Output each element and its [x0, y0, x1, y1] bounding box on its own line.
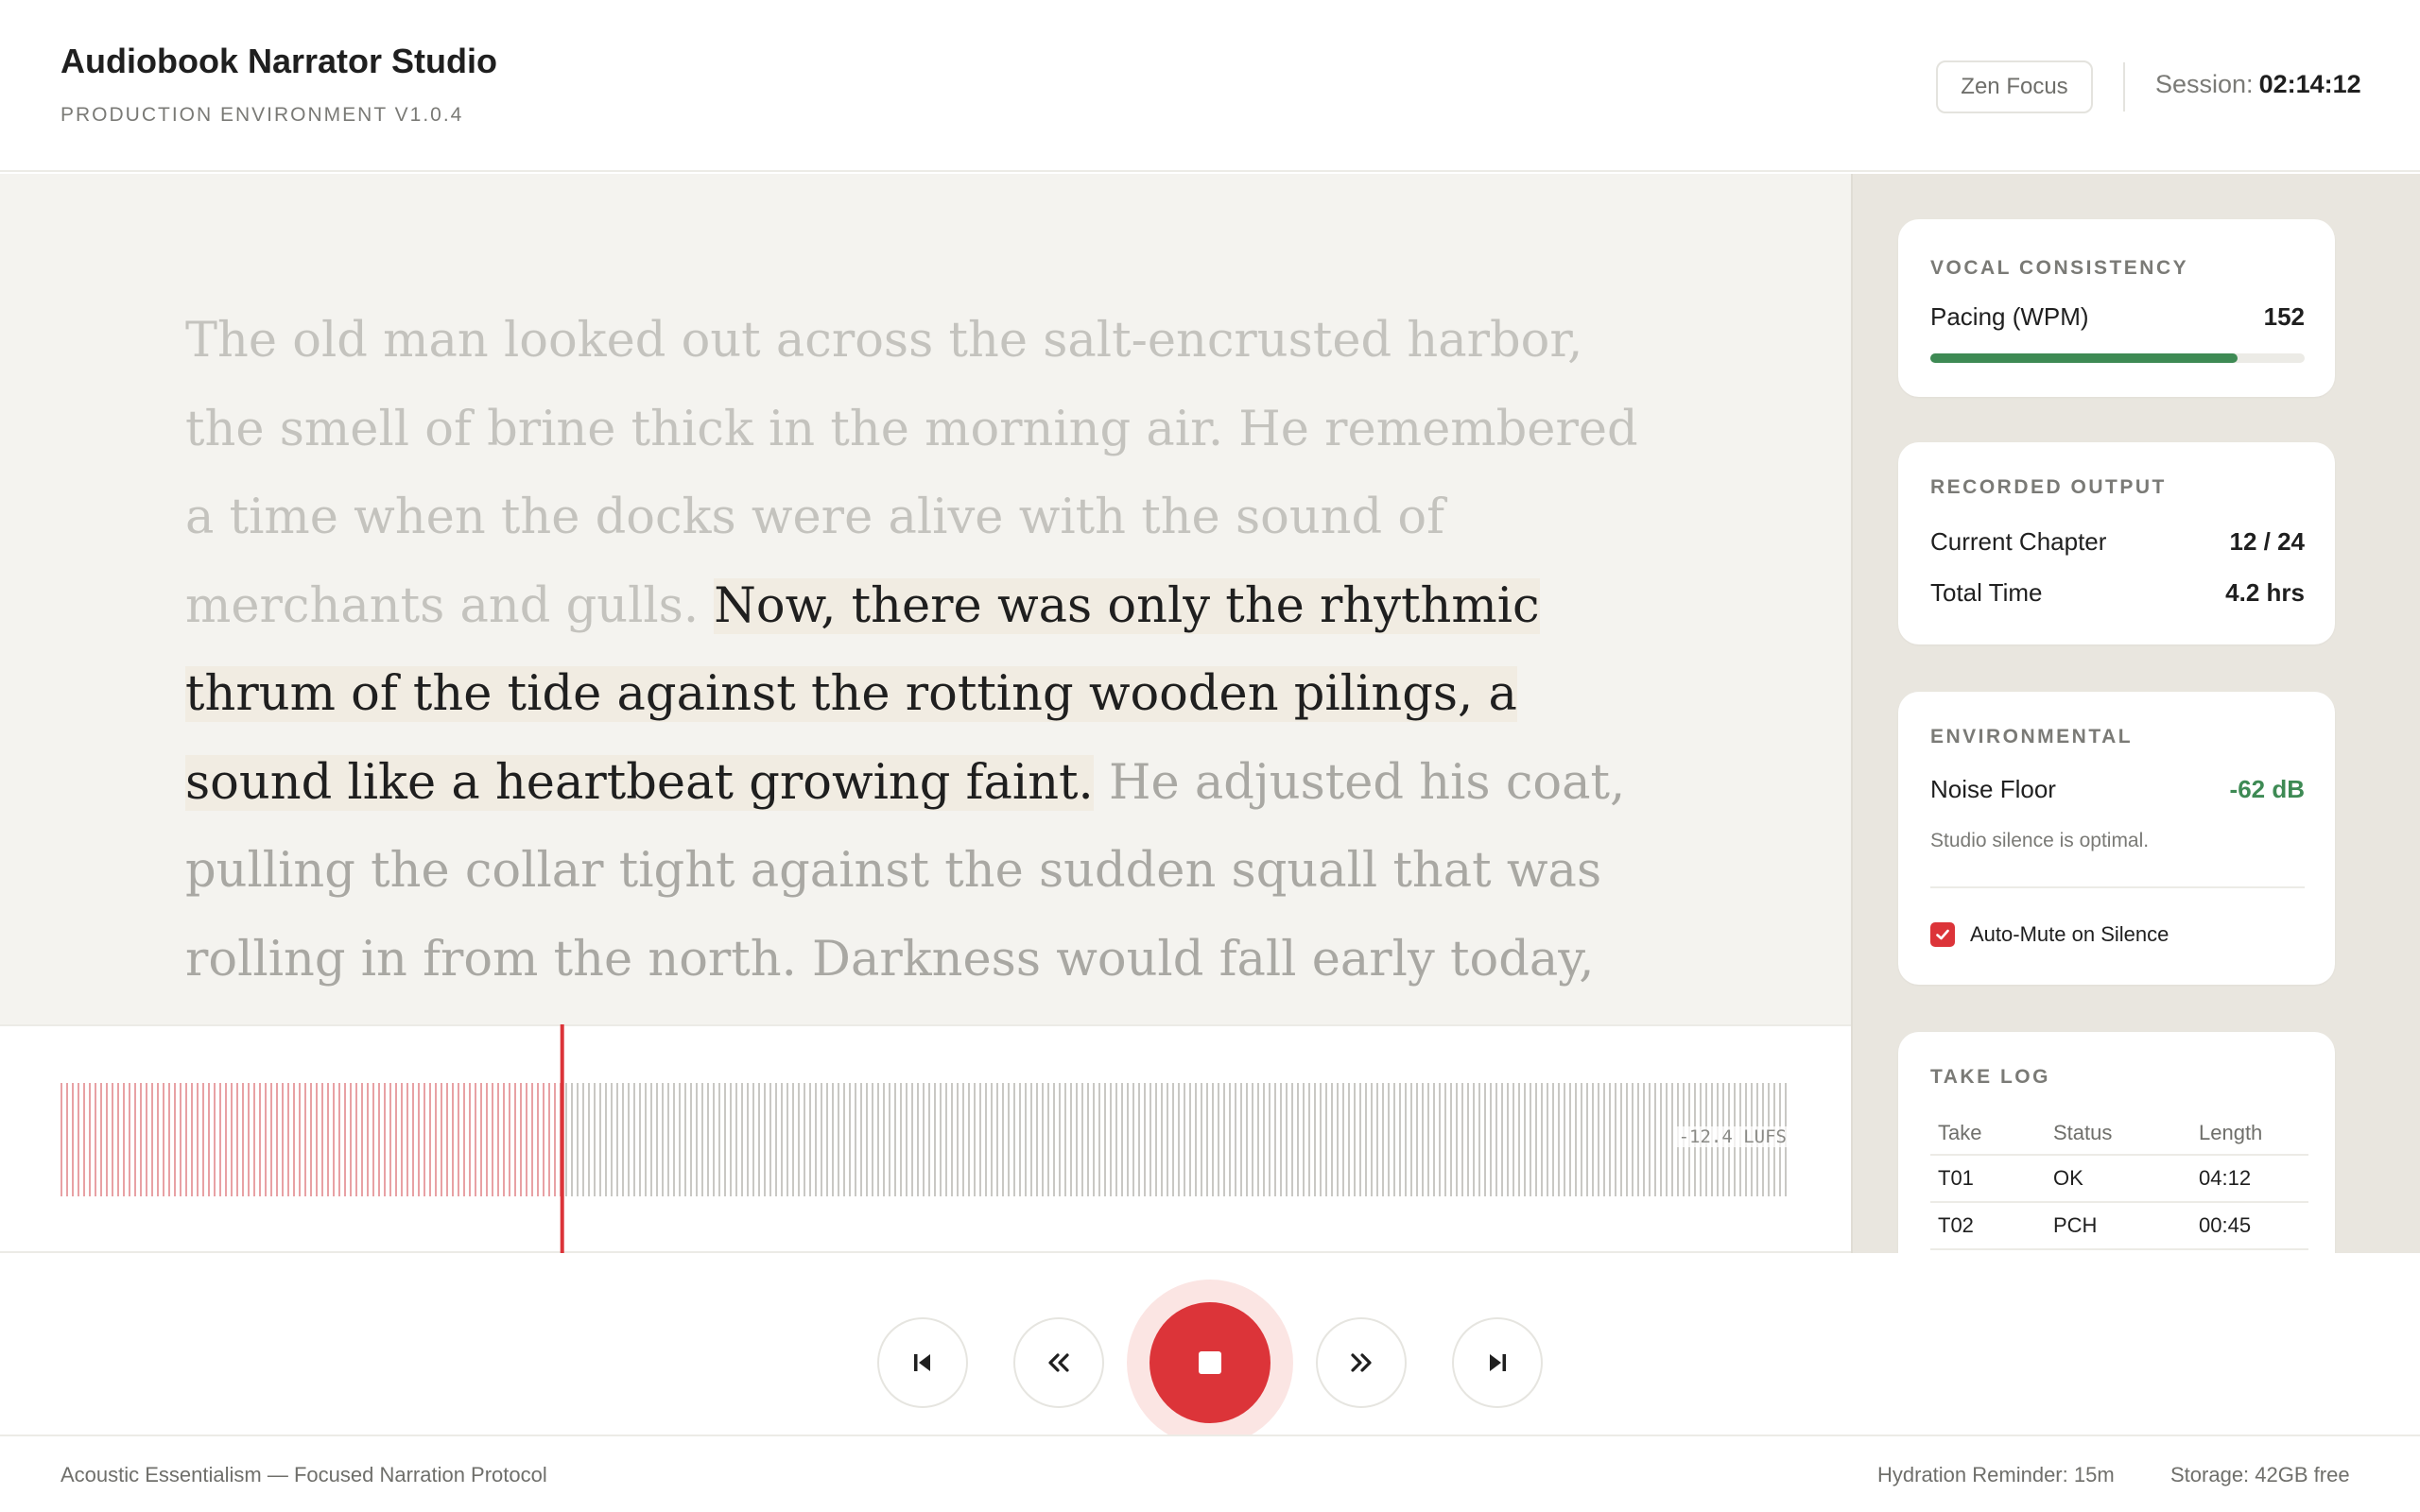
take-log-table: Take Status Length T01 OK 04:12 T02 PCH … — [1930, 1111, 2308, 1250]
session-time: 02:14:12 — [2258, 70, 2361, 98]
take-status: PCH — [2046, 1202, 2191, 1250]
skip-to-start-button[interactable] — [877, 1317, 968, 1408]
app-header: Audiobook Narrator Studio PRODUCTION ENV… — [0, 0, 2420, 172]
take-status: OK — [2046, 1155, 2191, 1203]
take-length: 00:45 — [2191, 1202, 2308, 1250]
storage-status: Storage: 42GB free — [2170, 1463, 2350, 1486]
noise-floor-label: Noise Floor — [1930, 775, 2056, 803]
skip-forward-icon — [1490, 1354, 1506, 1371]
rewind-button[interactable] — [1013, 1317, 1104, 1408]
manuscript-panel: The old man looked out across the salt-e… — [0, 174, 1851, 1024]
take-id: T02 — [1930, 1202, 2046, 1250]
playhead[interactable] — [0, 1024, 1851, 1253]
card-title: VOCAL CONSISTENCY — [1930, 257, 2189, 279]
rewind-icon — [1048, 1353, 1069, 1372]
table-row[interactable]: T01 OK 04:12 — [1930, 1155, 2308, 1203]
card-divider — [1930, 886, 2305, 888]
skip-back-icon — [914, 1354, 930, 1371]
checkmark-icon — [1936, 929, 1949, 940]
total-time-label: Total Time — [1930, 578, 2043, 607]
take-length: 04:12 — [2191, 1155, 2308, 1203]
chapter-value: 12 / 24 — [2229, 527, 2305, 556]
app-title: Audiobook Narrator Studio — [60, 42, 497, 80]
stop-record-button[interactable] — [1150, 1302, 1270, 1423]
fast-forward-button[interactable] — [1316, 1317, 1407, 1408]
protocol-text: Acoustic Essentialism — Focused Narratio… — [60, 1463, 547, 1486]
fast-forward-icon — [1351, 1353, 1372, 1372]
vocal-consistency-card: VOCAL CONSISTENCY Pacing (WPM) 152 — [1898, 219, 2335, 397]
recorded-output-card: RECORDED OUTPUT Current Chapter 12 / 24 … — [1898, 442, 2335, 644]
environmental-card: ENVIRONMENTAL Noise Floor -62 dB Studio … — [1898, 692, 2335, 985]
table-header-row: Take Status Length — [1930, 1111, 2308, 1156]
zen-focus-button[interactable]: Zen Focus — [1936, 60, 2093, 113]
column-header-length: Length — [2191, 1111, 2308, 1156]
card-title: TAKE LOG — [1930, 1066, 2050, 1088]
pacing-bar-fill — [1930, 353, 2238, 363]
noise-floor-value: -62 dB — [2229, 775, 2305, 803]
noise-note: Studio silence is optimal. — [1930, 830, 2150, 851]
status-footer: Acoustic Essentialism — Focused Narratio… — [0, 1435, 2420, 1512]
card-title: ENVIRONMENTAL — [1930, 726, 2134, 747]
table-row[interactable]: T02 PCH 00:45 — [1930, 1202, 2308, 1250]
auto-mute-label[interactable]: Auto-Mute on Silence — [1970, 922, 2169, 947]
session-label: Session: — [2155, 70, 2254, 98]
total-time-value: 4.2 hrs — [2225, 578, 2305, 607]
skip-to-end-button[interactable] — [1452, 1317, 1543, 1408]
column-header-status: Status — [2046, 1111, 2191, 1156]
chapter-label: Current Chapter — [1930, 527, 2107, 556]
take-log-card: TAKE LOG Take Status Length T01 OK 04:12… — [1898, 1032, 2335, 1253]
hydration-reminder: Hydration Reminder: 15m — [1877, 1463, 2115, 1486]
pacing-bar — [1930, 353, 2305, 363]
manuscript-text: The old man looked out across the salt-e… — [185, 297, 1660, 1024]
app-subtitle: PRODUCTION ENVIRONMENT V1.0.4 — [60, 104, 464, 126]
metrics-sidebar: VOCAL CONSISTENCY Pacing (WPM) 152 RECOR… — [1851, 174, 2420, 1253]
transport-controls — [0, 1253, 2420, 1446]
auto-mute-checkbox[interactable] — [1930, 922, 1955, 947]
playhead-line[interactable] — [560, 1024, 564, 1253]
pacing-value: 152 — [2263, 302, 2305, 331]
header-divider — [2123, 62, 2125, 112]
stop-icon — [1199, 1351, 1221, 1374]
pacing-label: Pacing (WPM) — [1930, 302, 2089, 331]
session-timer: Session: 02:14:12 — [2155, 70, 2361, 99]
take-id: T01 — [1930, 1155, 2046, 1203]
column-header-take: Take — [1930, 1111, 2046, 1156]
card-title: RECORDED OUTPUT — [1930, 476, 2167, 498]
